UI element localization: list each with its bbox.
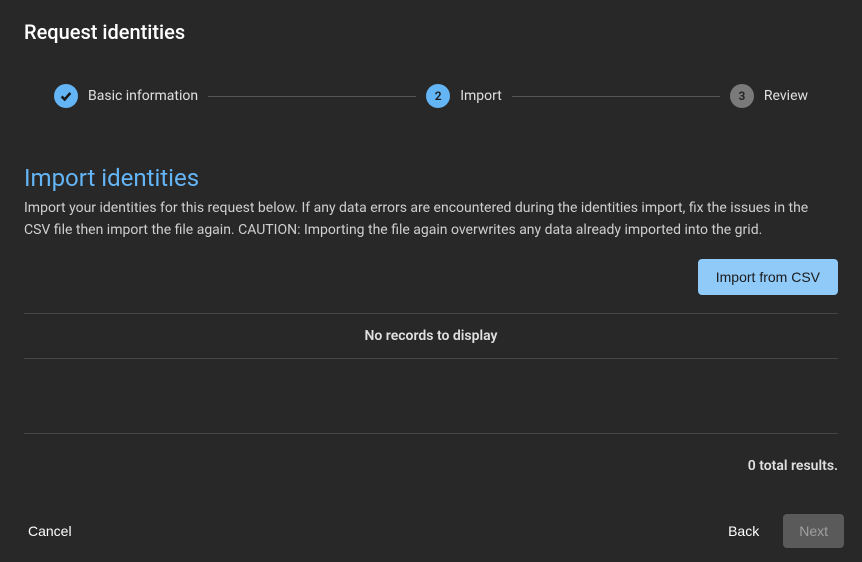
step-connector — [512, 96, 720, 97]
wizard-stepper: Basic information 2 Import 3 Review — [24, 84, 838, 108]
request-identities-dialog: Request identities Basic information 2 I… — [0, 0, 862, 562]
step-import[interactable]: 2 Import — [426, 84, 502, 108]
dialog-title: Request identities — [24, 0, 838, 44]
import-actions: Import from CSV — [24, 259, 838, 295]
section-title: Import identities — [24, 164, 838, 192]
total-results-text: 0 total results. — [24, 458, 838, 474]
step-label: Review — [764, 88, 808, 104]
import-from-csv-button[interactable]: Import from CSV — [698, 259, 838, 295]
step-number-icon: 3 — [730, 84, 754, 108]
next-button: Next — [783, 514, 844, 548]
grid-empty-message: No records to display — [24, 314, 838, 358]
step-label: Basic information — [88, 88, 198, 104]
step-label: Import — [460, 88, 502, 104]
back-button[interactable]: Back — [718, 515, 769, 547]
cancel-button[interactable]: Cancel — [18, 515, 82, 547]
section-description: Import your identities for this request … — [24, 198, 838, 241]
dialog-footer: Cancel Back Next — [0, 514, 862, 548]
divider — [24, 358, 838, 359]
step-basic-information[interactable]: Basic information — [54, 84, 198, 108]
step-review[interactable]: 3 Review — [730, 84, 808, 108]
step-number-icon: 2 — [426, 84, 450, 108]
check-icon — [54, 84, 78, 108]
step-connector — [208, 96, 416, 97]
divider — [24, 433, 838, 434]
